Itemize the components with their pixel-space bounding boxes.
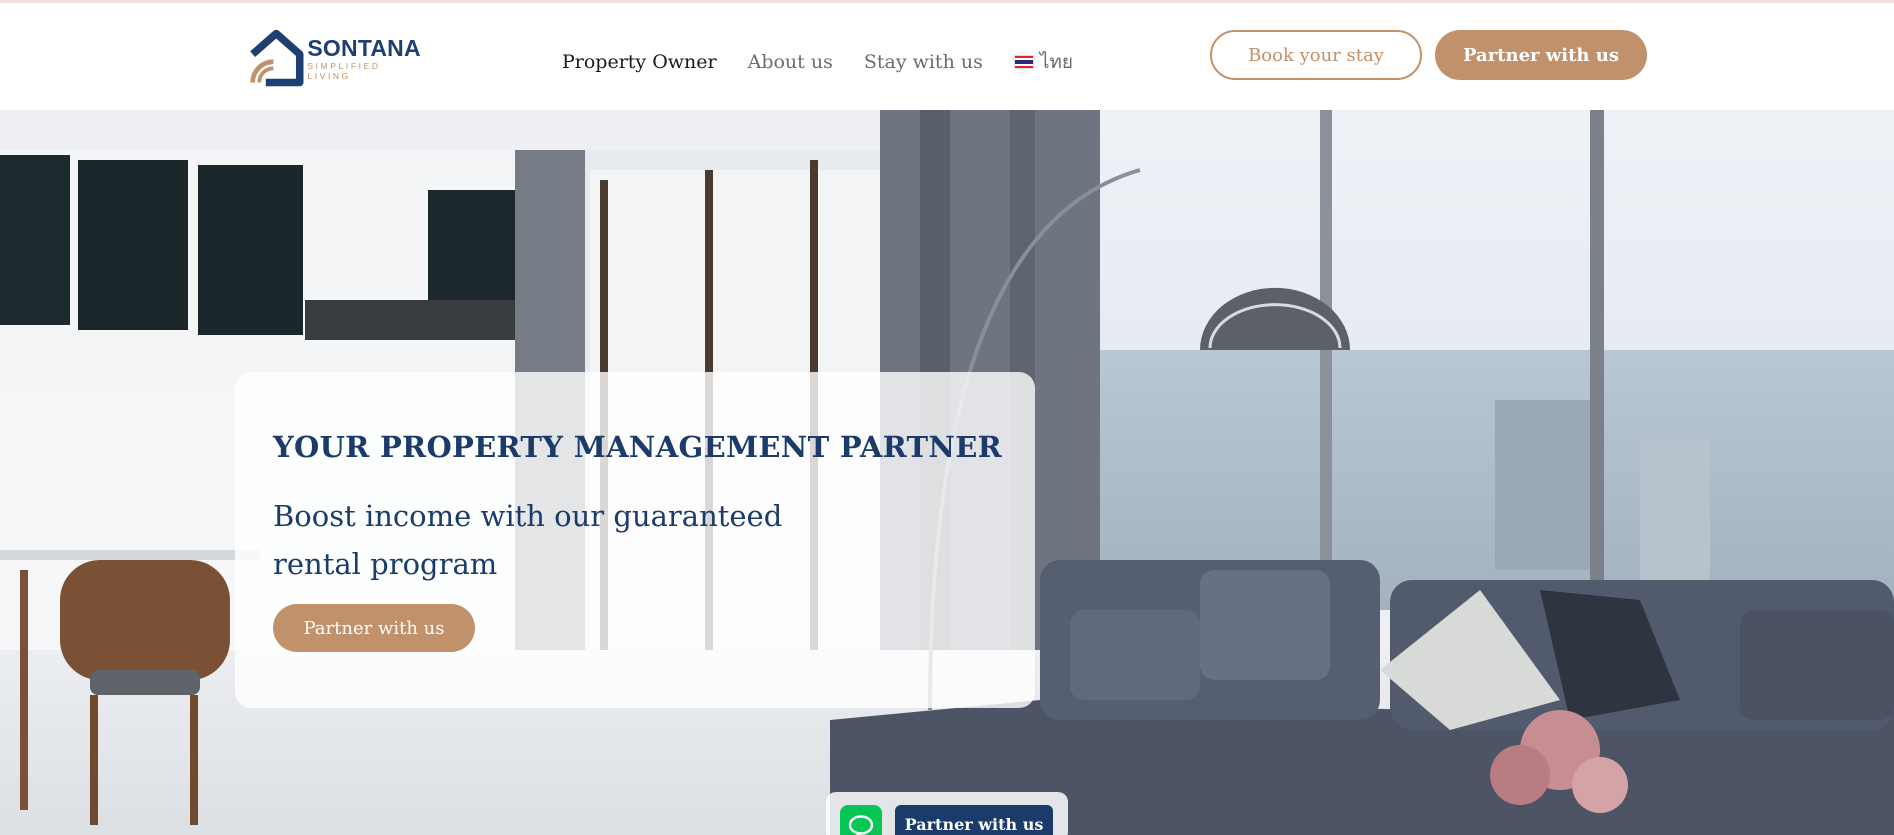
thai-flag-icon [1013, 55, 1034, 69]
language-switch[interactable]: ไทย [1013, 47, 1074, 77]
house-logo-icon [250, 29, 304, 87]
hero-partner-button[interactable]: Partner with us [273, 604, 475, 652]
book-your-stay-button[interactable]: Book your stay [1210, 30, 1422, 80]
floating-partner-button[interactable]: Partner with us [895, 805, 1053, 835]
partner-with-us-header-button[interactable]: Partner with us [1435, 30, 1647, 80]
nav-stay-with-us[interactable]: Stay with us [864, 51, 983, 73]
hero-subtitle: Boost income with our guaranteed rental … [273, 492, 833, 588]
language-label: ไทย [1039, 51, 1074, 73]
site-header: SONTANA SIMPLIFIED LIVING Property Owner… [0, 3, 1894, 110]
nav-about-us[interactable]: About us [748, 51, 833, 73]
brand-logo[interactable]: SONTANA SIMPLIFIED LIVING [247, 27, 422, 89]
brand-name: SONTANA [307, 34, 421, 61]
main-nav: Property Owner About us Stay with us ไทย [562, 47, 1073, 77]
floating-contact-bar: Partner with us [826, 792, 1068, 835]
hero-card: YOUR PROPERTY MANAGEMENT PARTNER Boost i… [235, 372, 1035, 708]
line-chat-icon[interactable] [840, 805, 882, 835]
hero-subtitle-line-1: Boost income with our guaranteed [273, 499, 783, 533]
hero-subtitle-line-2: rental program [273, 547, 498, 581]
hero-title: YOUR PROPERTY MANAGEMENT PARTNER [273, 430, 1003, 464]
brand-tagline: SIMPLIFIED LIVING [307, 60, 381, 81]
nav-property-owner[interactable]: Property Owner [562, 51, 717, 73]
chat-bubble-icon [848, 815, 874, 835]
hero-section: YOUR PROPERTY MANAGEMENT PARTNER Boost i… [0, 110, 1894, 835]
